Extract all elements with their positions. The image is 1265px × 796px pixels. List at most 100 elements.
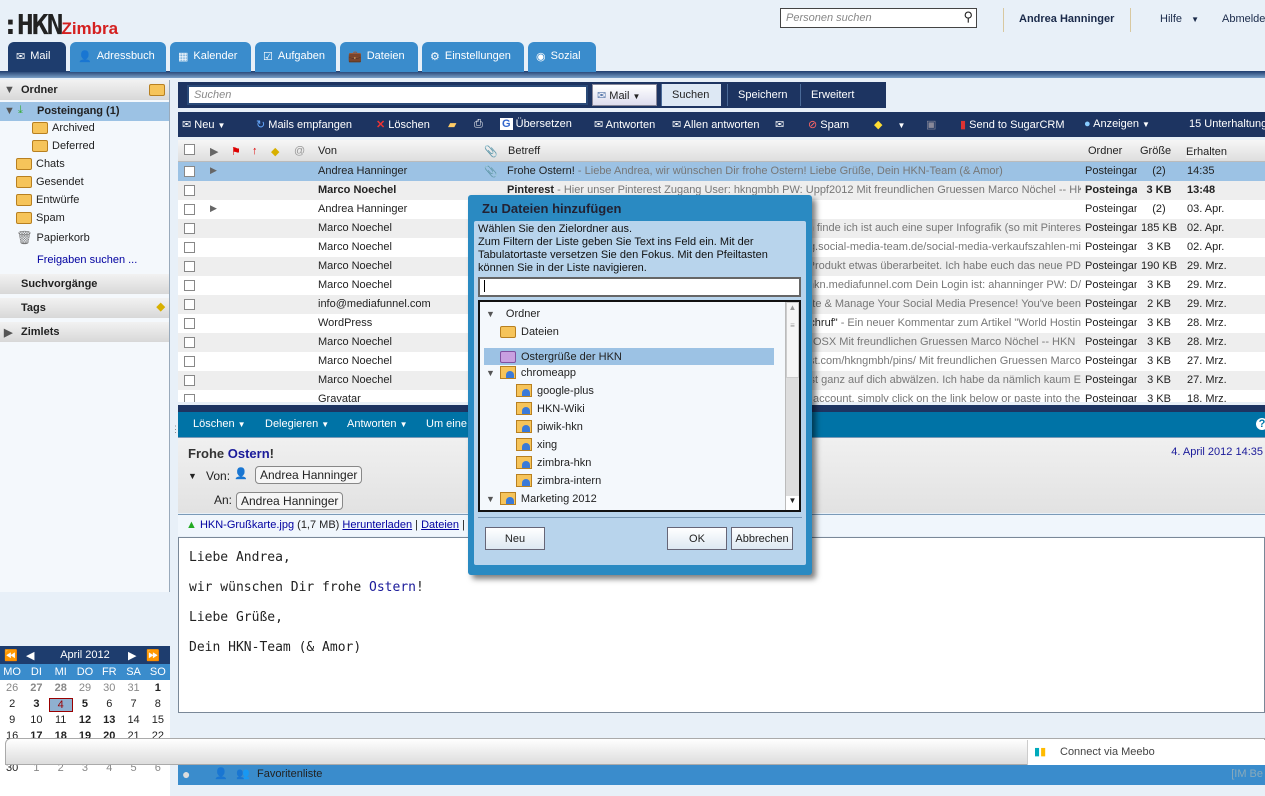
col-folder[interactable]: Ordner: [1088, 145, 1122, 157]
row-checkbox[interactable]: [184, 394, 195, 402]
ok-button[interactable]: OK: [667, 527, 727, 550]
expand-thread-icon[interactable]: ▶: [210, 203, 217, 214]
search-button[interactable]: Suchen: [661, 84, 721, 106]
collapse-icon[interactable]: ▼: [486, 494, 495, 504]
search-icon[interactable]: ⚲: [963, 9, 973, 25]
print-button[interactable]: ⎙: [474, 118, 483, 131]
attachment-column-icon[interactable]: 📎: [484, 145, 498, 158]
calendar-day[interactable]: 14: [121, 714, 145, 728]
reply-all-button[interactable]: ✉ Allen antworten: [672, 118, 760, 131]
tree-node[interactable]: google-plus: [516, 384, 594, 397]
col-received[interactable]: Erhalten: [1186, 146, 1227, 158]
calendar-day[interactable]: 3: [24, 698, 48, 712]
tree-node[interactable]: piwik-hkn: [516, 420, 583, 433]
row-checkbox[interactable]: [184, 299, 195, 310]
collapse-icon[interactable]: ▼: [486, 309, 495, 319]
calendar-day[interactable]: 2: [0, 698, 24, 712]
tree-node[interactable]: zimbra-hkn: [516, 456, 591, 469]
scroll-down-icon[interactable]: ▼: [786, 496, 799, 510]
delete-button[interactable]: ✕ Löschen: [376, 118, 430, 131]
get-mail-button[interactable]: ↻ Mails empfangen: [256, 118, 352, 131]
row-checkbox[interactable]: [184, 318, 195, 329]
row-checkbox[interactable]: [184, 280, 195, 291]
calendar-day[interactable]: 4: [48, 698, 73, 712]
row-checkbox[interactable]: [184, 166, 195, 177]
tree-scrollbar[interactable]: ▲ ≡ ▼: [785, 302, 799, 510]
tree-node[interactable]: HKN-Wiki: [516, 402, 585, 415]
expand-thread-icon[interactable]: ▶: [210, 165, 217, 176]
tree-node[interactable]: ▼ chromeapp: [486, 366, 576, 379]
translate-button[interactable]: G Übersetzen: [500, 118, 572, 130]
folder-trash[interactable]: 🗑 Papierkorb: [16, 230, 90, 246]
prev-year-icon[interactable]: ⏪: [4, 649, 18, 662]
folder-chats[interactable]: Chats: [16, 158, 65, 170]
flag-icon[interactable]: ⚑: [231, 145, 241, 158]
tag-button[interactable]: ◆ ▼: [874, 118, 905, 131]
next-year-icon[interactable]: ⏩: [146, 649, 160, 662]
calendar-day[interactable]: 30: [97, 682, 121, 696]
row-checkbox[interactable]: [184, 356, 195, 367]
new-folder-button[interactable]: Neu: [485, 527, 545, 550]
favorites-list[interactable]: Favoritenliste: [257, 768, 322, 780]
scroll-thumb[interactable]: ▲ ≡: [786, 302, 799, 378]
find-shares-link[interactable]: Freigaben suchen ...: [37, 254, 137, 266]
calendar-day[interactable]: 28: [49, 682, 73, 696]
search-input[interactable]: Suchen: [187, 85, 588, 105]
calendar-day[interactable]: 13: [97, 714, 121, 728]
tab-mail[interactable]: ✉ Mail: [8, 42, 66, 72]
calendar-day[interactable]: 7: [121, 698, 145, 712]
presence-icon[interactable]: ●: [182, 766, 190, 782]
dialog-title[interactable]: Zu Dateien hinzufügen: [482, 201, 621, 216]
tab-aufgaben[interactable]: ☑ Aufgaben: [255, 42, 336, 72]
priority-icon[interactable]: ↑: [252, 145, 258, 157]
folder-inbox[interactable]: ▼ ⤓ Posteingang (1): [0, 102, 169, 121]
add-buddy-icon[interactable]: 👤: [214, 767, 228, 780]
tag-column-icon[interactable]: ◆: [271, 145, 279, 158]
save-search-button[interactable]: Speichern: [727, 84, 798, 106]
calendar-day[interactable]: 6: [97, 698, 121, 712]
folder-deferred[interactable]: Deferred: [32, 140, 95, 152]
folder-archived[interactable]: Archived: [32, 122, 95, 134]
tree-node[interactable]: ▼ Marketing 2012: [486, 492, 597, 505]
calendar-day[interactable]: 27: [24, 682, 48, 696]
logout-link[interactable]: Abmelden: [1222, 13, 1265, 25]
buddies-icon[interactable]: 👥: [236, 767, 250, 780]
tab-dateien[interactable]: 💼 Dateien: [340, 42, 418, 72]
row-checkbox[interactable]: [184, 204, 195, 215]
row-checkbox[interactable]: [184, 242, 195, 253]
calendar-day[interactable]: 15: [146, 714, 170, 728]
new-tag-icon[interactable]: ◆: [157, 300, 165, 313]
calendar-day[interactable]: 9: [0, 714, 24, 728]
select-all-checkbox[interactable]: [184, 144, 195, 155]
col-from[interactable]: Von: [318, 145, 337, 157]
tree-node[interactable]: ▼ Ordner: [486, 308, 540, 320]
expand-all-icon[interactable]: ▶: [210, 145, 218, 158]
help-icon[interactable]: ?: [1256, 418, 1265, 430]
zimlets-header[interactable]: ▶ Zimlets: [0, 322, 169, 342]
calendar-day[interactable]: 12: [73, 714, 97, 728]
row-checkbox[interactable]: [184, 375, 195, 386]
sugarcrm-button[interactable]: ▮ Send to SugarCRM: [960, 118, 1065, 131]
to-address-bubble[interactable]: Andrea Hanninger: [236, 492, 344, 510]
tab-sozial[interactable]: ◉ Sozial: [528, 42, 596, 72]
folder-sent[interactable]: Gesendet: [16, 176, 84, 188]
cancel-button[interactable]: Abbrechen: [731, 527, 793, 550]
forward-button[interactable]: ✉: [775, 118, 784, 131]
calendar-day[interactable]: 8: [146, 698, 170, 712]
attachment-name[interactable]: HKN-Grußkarte.jpg: [200, 519, 294, 531]
reading-reply-button[interactable]: Antworten ▼: [347, 418, 408, 430]
collapse-icon[interactable]: ▼: [486, 368, 495, 378]
new-button[interactable]: ✉ Neu ▼: [182, 118, 225, 131]
calendar-day[interactable]: 29: [73, 682, 97, 696]
reading-delete-button[interactable]: Löschen ▼: [193, 418, 246, 430]
calendar-day[interactable]: 26: [0, 682, 24, 696]
calendar-day[interactable]: 31: [121, 682, 145, 696]
mention-icon[interactable]: @: [294, 145, 305, 157]
prev-month-icon[interactable]: ◀: [26, 649, 34, 662]
next-month-icon[interactable]: ▶: [128, 649, 136, 662]
tab-kalender[interactable]: ▦ Kalender: [170, 42, 251, 72]
col-subject[interactable]: Betreff: [508, 145, 540, 157]
help-menu[interactable]: Hilfe ▼: [1160, 13, 1199, 25]
collapse-header-icon[interactable]: ▼: [188, 471, 197, 481]
tab-adressbuch[interactable]: 👤 Adressbuch: [70, 42, 166, 72]
